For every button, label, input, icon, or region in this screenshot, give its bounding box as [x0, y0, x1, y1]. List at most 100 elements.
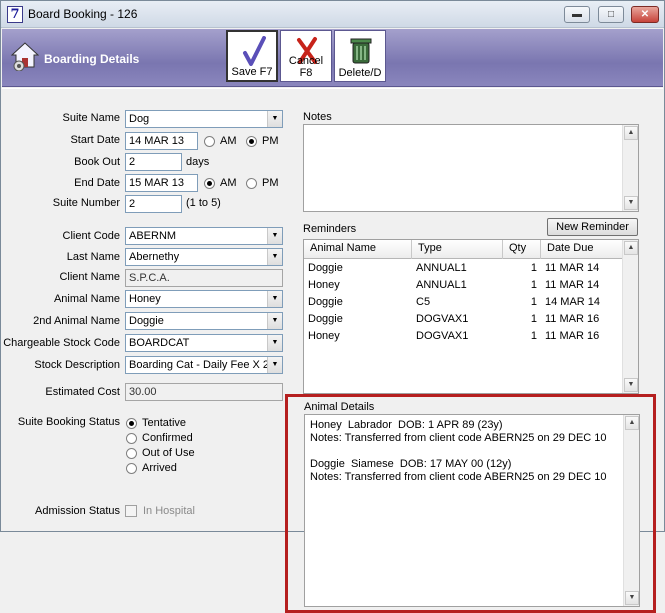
- scroll-down-icon[interactable]: ▼: [624, 196, 638, 210]
- client-name-field: S.P.C.A.: [125, 269, 283, 287]
- status-confirmed-label: Confirmed: [142, 432, 193, 444]
- suite-name-select[interactable]: Dog ▼: [125, 110, 283, 128]
- title-bar: 7 Board Booking - 126 ▬ □ ✕: [1, 1, 664, 28]
- animal-name-select[interactable]: Honey ▼: [125, 290, 283, 308]
- client-code-select[interactable]: ABERNM ▼: [125, 227, 283, 245]
- row-qty: 1: [530, 330, 537, 342]
- status-arrived-label: Arrived: [142, 462, 177, 474]
- row-qty: 1: [530, 296, 537, 308]
- chevron-down-icon[interactable]: ▼: [267, 249, 282, 265]
- client-code-value: ABERNM: [129, 230, 177, 242]
- table-row[interactable]: Doggie C5 1 14 MAR 14: [304, 294, 624, 311]
- col-date-due[interactable]: Date Due: [541, 240, 624, 259]
- close-button[interactable]: ✕: [631, 6, 659, 23]
- save-label: Save F7: [231, 66, 273, 78]
- row-animal-name: Doggie: [308, 313, 343, 325]
- scroll-down-icon[interactable]: ▼: [625, 591, 639, 605]
- row-date-due: 11 MAR 14: [545, 279, 600, 291]
- maximize-button[interactable]: □: [598, 6, 624, 23]
- end-date-field[interactable]: 15 MAR 13: [125, 174, 198, 192]
- col-qty[interactable]: Qty: [503, 240, 541, 259]
- table-row[interactable]: Honey DOGVAX1 1 11 MAR 16: [304, 328, 624, 345]
- chevron-down-icon[interactable]: ▼: [267, 357, 282, 373]
- end-am-label: AM: [220, 177, 237, 189]
- second-animal-value: Doggie: [129, 315, 164, 327]
- scroll-up-icon[interactable]: ▲: [625, 416, 639, 430]
- chevron-down-icon[interactable]: ▼: [267, 111, 282, 127]
- row-date-due: 11 MAR 14: [545, 262, 600, 274]
- suite-number-field[interactable]: 2: [125, 195, 182, 213]
- new-reminder-button[interactable]: New Reminder: [547, 218, 638, 236]
- checkmark-icon: [243, 36, 266, 66]
- scroll-up-icon[interactable]: ▲: [624, 126, 638, 140]
- second-animal-label: 2nd Animal Name: [33, 315, 120, 327]
- reminders-scrollbar[interactable]: ▲ ▼: [622, 240, 638, 393]
- col-type[interactable]: Type: [412, 240, 503, 259]
- client-name-label: Client Name: [59, 271, 120, 283]
- in-hospital-label: In Hospital: [143, 505, 195, 517]
- col-animal-name[interactable]: Animal Name: [304, 240, 412, 259]
- reminders-label: Reminders: [303, 223, 357, 235]
- delete-label: Delete/D: [338, 67, 382, 79]
- row-animal-name: Doggie: [308, 296, 343, 308]
- animal-details-label: Animal Details: [304, 401, 375, 413]
- animal-details-scrollbar[interactable]: ▲ ▼: [623, 415, 639, 606]
- in-hospital-checkbox[interactable]: [125, 505, 137, 517]
- stock-code-select[interactable]: BOARDCAT ▼: [125, 334, 283, 352]
- start-date-field[interactable]: 14 MAR 13: [125, 132, 198, 150]
- end-am-radio[interactable]: [204, 178, 215, 189]
- chevron-down-icon[interactable]: ▼: [267, 335, 282, 351]
- row-qty: 1: [530, 279, 537, 291]
- notes-label: Notes: [303, 111, 332, 123]
- start-pm-label: PM: [262, 135, 279, 147]
- end-date-label: End Date: [74, 177, 120, 189]
- save-button[interactable]: Save F7: [226, 30, 278, 82]
- trash-can-icon: [350, 38, 372, 64]
- status-out-of-use-label: Out of Use: [142, 447, 195, 459]
- page-title: Boarding Details: [44, 52, 140, 66]
- stock-desc-value: Boarding Cat - Daily Fee X 2: [129, 359, 270, 371]
- status-confirmed-radio[interactable]: [126, 433, 137, 444]
- table-row[interactable]: Honey ANNUAL1 1 11 MAR 14: [304, 277, 624, 294]
- estimated-cost-label: Estimated Cost: [45, 386, 120, 398]
- chevron-down-icon[interactable]: ▼: [267, 313, 282, 329]
- notes-scrollbar[interactable]: ▲ ▼: [622, 125, 638, 211]
- start-pm-radio[interactable]: [246, 136, 257, 147]
- row-qty: 1: [530, 262, 537, 274]
- estimated-cost-field: 30.00: [125, 383, 283, 401]
- stock-code-label: Chargeable Stock Code: [3, 337, 120, 349]
- minimize-button[interactable]: ▬: [564, 6, 590, 23]
- status-out-of-use-radio[interactable]: [126, 448, 137, 459]
- table-row[interactable]: Doggie DOGVAX1 1 11 MAR 16: [304, 311, 624, 328]
- end-pm-radio[interactable]: [246, 178, 257, 189]
- stock-desc-select[interactable]: Boarding Cat - Daily Fee X 2 ▼: [125, 356, 283, 374]
- last-name-value: Abernethy: [129, 251, 180, 263]
- animal-details-text: Honey Labrador DOB: 1 APR 89 (23y) Notes…: [310, 419, 607, 483]
- row-type: ANNUAL1: [416, 262, 467, 274]
- chevron-down-icon[interactable]: ▼: [267, 291, 282, 307]
- suite-number-label: Suite Number: [52, 197, 120, 209]
- cancel-label: Cancel F8: [288, 55, 324, 79]
- last-name-select[interactable]: Abernethy ▼: [125, 248, 283, 266]
- second-animal-select[interactable]: Doggie ▼: [125, 312, 283, 330]
- animal-details-textarea[interactable]: Honey Labrador DOB: 1 APR 89 (23y) Notes…: [304, 414, 640, 607]
- book-out-field[interactable]: 2: [125, 153, 182, 171]
- status-arrived-radio[interactable]: [126, 463, 137, 474]
- suite-number-hint: (1 to 5): [186, 197, 221, 209]
- scroll-up-icon[interactable]: ▲: [624, 241, 638, 255]
- client-code-label: Client Code: [62, 230, 120, 242]
- delete-button[interactable]: Delete/D: [334, 30, 386, 82]
- cancel-button[interactable]: Cancel F8: [280, 30, 332, 82]
- status-tentative-label: Tentative: [142, 417, 187, 429]
- notes-textarea[interactable]: ▲ ▼: [303, 124, 639, 212]
- scroll-down-icon[interactable]: ▼: [624, 378, 638, 392]
- start-am-radio[interactable]: [204, 136, 215, 147]
- status-tentative-radio[interactable]: [126, 418, 137, 429]
- row-type: DOGVAX1: [416, 330, 469, 342]
- chevron-down-icon[interactable]: ▼: [267, 228, 282, 244]
- row-date-due: 11 MAR 16: [545, 313, 600, 325]
- animal-details-highlight: Animal Details Honey Labrador DOB: 1 APR…: [285, 394, 656, 613]
- table-row[interactable]: Doggie ANNUAL1 1 11 MAR 14: [304, 260, 624, 277]
- end-pm-label: PM: [262, 177, 279, 189]
- booking-status-label: Suite Booking Status: [17, 416, 120, 428]
